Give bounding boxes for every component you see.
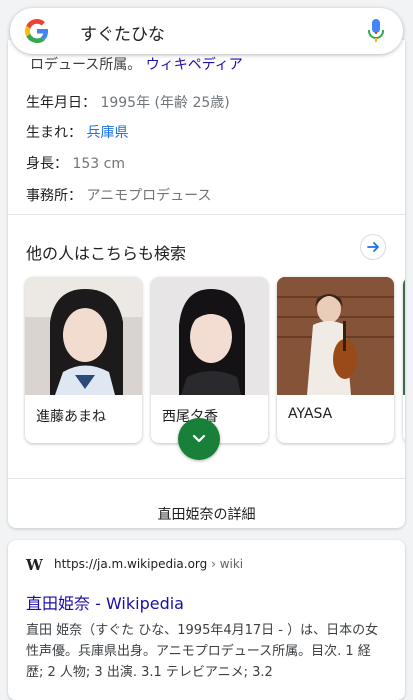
people-also-search-title: 他の人はこちらも検索	[26, 244, 187, 263]
person-card-partial[interactable]	[403, 277, 405, 443]
result-title-link[interactable]: 直田姫奈 - Wikipedia	[26, 590, 184, 614]
divider	[8, 478, 405, 479]
person-name: 進藤あまね	[36, 409, 106, 425]
fact-height: 身長： 153 cm	[26, 156, 125, 172]
divider	[8, 214, 405, 215]
fact-birthplace: 生まれ： 兵庫県	[26, 125, 129, 141]
wikipedia-logo-icon: W	[26, 556, 43, 574]
expand-more-button[interactable]	[178, 418, 220, 460]
search-bar[interactable]: すぐたひな	[10, 8, 403, 54]
microphone-icon[interactable]	[367, 19, 385, 43]
search-result-wikipedia: W https://ja.m.wikipedia.org › wiki 直田姫奈…	[8, 540, 405, 700]
person-card[interactable]: 西尾夕香	[151, 277, 268, 443]
person-card[interactable]: AYASA	[277, 277, 394, 443]
wikipedia-link[interactable]: ウィキペディア	[146, 57, 243, 73]
result-url[interactable]: https://ja.m.wikipedia.org › wiki	[54, 557, 243, 571]
fact-birthdate: 生年月日： 1995年 (年齢 25歳)	[26, 95, 230, 111]
person-photo	[403, 277, 405, 395]
fact-agency: 事務所： アニモプロデュース	[26, 188, 212, 204]
result-snippet: 直田 姫奈（すぐた ひな、1995年4月17日 - ）は、日本の女性声優。兵庫県…	[26, 623, 379, 680]
chevron-down-icon	[192, 434, 206, 443]
person-name: AYASA	[288, 406, 333, 422]
person-photo	[25, 277, 142, 395]
arrow-right-icon	[367, 242, 379, 252]
arrow-right-button[interactable]	[360, 234, 386, 260]
search-input[interactable]: すぐたひな	[80, 20, 165, 45]
person-card[interactable]: 進藤あまね	[25, 277, 142, 443]
person-photo	[151, 277, 268, 395]
google-logo-icon[interactable]	[25, 19, 49, 43]
description-cut-line: ロデュース所属。 ウィキペディア	[30, 57, 243, 73]
more-details-label[interactable]: 直田姫奈の詳細	[8, 504, 405, 524]
person-photo	[277, 277, 394, 395]
birthplace-link[interactable]: 兵庫県	[86, 125, 128, 141]
